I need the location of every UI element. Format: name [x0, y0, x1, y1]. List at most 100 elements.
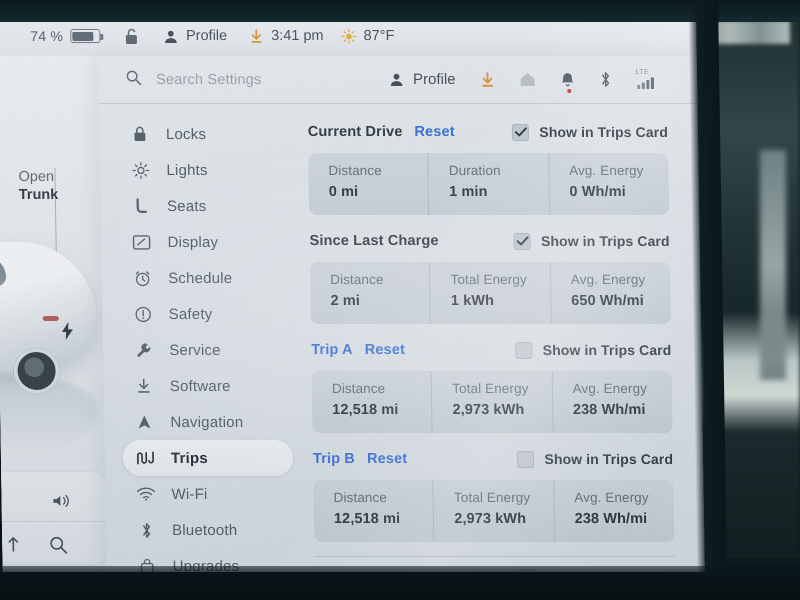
- sidebar-item-bluetooth[interactable]: Bluetooth: [124, 512, 295, 548]
- section-title[interactable]: Trip A: [311, 342, 353, 358]
- bluetooth-icon: [136, 521, 156, 538]
- odometer-value: 12,518 mi: [392, 569, 455, 571]
- stat-cell: Avg. Energy 650 Wh/mi: [551, 262, 671, 324]
- status-temperature[interactable]: 87°F: [341, 27, 395, 44]
- warning-icon: [133, 305, 153, 322]
- stat-key: Total Energy: [452, 380, 529, 396]
- status-profile[interactable]: Profile: [163, 28, 227, 44]
- sidebar-item-seats[interactable]: Seats: [119, 188, 290, 224]
- sidebar-item-software[interactable]: Software: [122, 368, 293, 404]
- stat-value: 238 Wh/mi: [574, 510, 648, 527]
- trunk-target-label: Trunk: [18, 186, 59, 203]
- wrench-icon: [133, 341, 153, 358]
- odometer-row: Odometer : 12,518 mi Show in Trips Card: [314, 555, 676, 572]
- stat-value: 2,973 kWh: [454, 510, 527, 527]
- stat-key: Distance: [330, 271, 384, 287]
- tesla-touchscreen: 74 % Profile 3:41 pm 87°F Open Trunk Sea…: [0, 16, 705, 572]
- stat-key: Total Energy: [453, 489, 531, 505]
- stat-cell: Avg. Energy 238 Wh/mi: [552, 371, 672, 433]
- header-profile-button[interactable]: Profile: [389, 71, 456, 88]
- settings-header-icons: Profile LTE: [389, 68, 656, 93]
- sidebar-item-upgrades[interactable]: Upgrades: [124, 548, 295, 572]
- notification-badge: [566, 88, 571, 93]
- show-in-trips-card-toggle[interactable]: Show in Trips Card: [513, 232, 670, 250]
- trips-content: Current Drive Reset Show in Trips Card D…: [295, 104, 704, 572]
- checkbox[interactable]: [512, 123, 530, 141]
- reset-button[interactable]: Reset: [367, 451, 408, 467]
- stat-value: 650 Wh/mi: [571, 292, 644, 309]
- search-icon[interactable]: [48, 535, 68, 560]
- profile-icon: [390, 73, 403, 87]
- sidebar-item-label: Navigation: [170, 413, 244, 431]
- stat-key: Distance: [328, 162, 382, 178]
- stat-key: Avg. Energy: [570, 271, 646, 287]
- stat-cell: Distance 12,518 mi: [313, 479, 435, 542]
- seat-icon: [131, 197, 151, 214]
- sidebar-item-safety[interactable]: Safety: [120, 296, 291, 332]
- stat-cell: Distance 2 mi: [309, 261, 432, 324]
- checkbox-label: Show in Trips Card: [542, 341, 672, 358]
- settings-body: Locks Lights Seats Display Schedule Safe…: [99, 104, 704, 572]
- checkbox-label: Show in Trips Card: [540, 232, 670, 249]
- reset-button[interactable]: Reset: [365, 342, 406, 358]
- arrow-up-icon[interactable]: [6, 535, 20, 558]
- show-in-trips-card-toggle[interactable]: Show in Trips Card: [512, 123, 668, 141]
- home-icon[interactable]: [518, 72, 535, 87]
- sidebar-item-label: Trips: [170, 449, 208, 467]
- battery-icon: [69, 28, 101, 43]
- checkbox[interactable]: [517, 450, 535, 468]
- stat-key: Total Energy: [450, 271, 527, 287]
- stat-card: Distance 2 mi Total Energy 1 kWh Avg. En…: [309, 261, 671, 324]
- section-trip-b: Trip B Reset Show in Trips Card Distance…: [313, 447, 675, 542]
- section-trip-a: Trip A Reset Show in Trips Card Distance…: [311, 338, 673, 433]
- section-title[interactable]: Trip B: [313, 451, 355, 467]
- bag-icon: [137, 557, 157, 572]
- charging-bolt-icon[interactable]: [61, 321, 74, 345]
- section-header: Current Drive Reset Show in Trips Card: [308, 120, 668, 144]
- reset-button[interactable]: Reset: [414, 124, 455, 140]
- lights-icon: [130, 161, 150, 179]
- car-rear-wheel: [13, 347, 60, 394]
- search-settings-field[interactable]: Search Settings: [99, 68, 367, 90]
- bluetooth-icon[interactable]: [598, 71, 611, 88]
- volume-icon[interactable]: [51, 493, 73, 514]
- sidebar-item-trips[interactable]: Trips: [122, 439, 294, 476]
- show-in-trips-card-toggle[interactable]: Show in Trips Card: [515, 341, 672, 359]
- download-icon[interactable]: [479, 71, 494, 87]
- sidebar-item-navigation[interactable]: Navigation: [122, 404, 293, 440]
- stat-key: Duration: [448, 162, 501, 178]
- stat-key: Avg. Energy: [572, 380, 648, 396]
- checkbox[interactable]: [513, 232, 532, 250]
- unlocked-padlock-icon[interactable]: [124, 27, 139, 44]
- show-in-trips-card-toggle[interactable]: Show in Trips Card: [519, 568, 675, 572]
- battery-indicator[interactable]: 74 %: [30, 28, 101, 44]
- search-icon: [125, 68, 142, 90]
- sidebar-item-lights[interactable]: Lights: [118, 152, 289, 188]
- lte-signal-icon[interactable]: LTE: [635, 68, 655, 89]
- section-current-drive: Current Drive Reset Show in Trips Card D…: [308, 120, 670, 215]
- trips-icon: [135, 450, 155, 466]
- sidebar-item-display[interactable]: Display: [119, 224, 290, 260]
- open-trunk-button[interactable]: Open Trunk: [18, 168, 58, 204]
- sidebar-item-label: Seats: [166, 197, 207, 215]
- sidebar-item-label: Upgrades: [172, 557, 240, 572]
- checkbox[interactable]: [519, 568, 537, 572]
- sidebar-item-wifi[interactable]: Wi-Fi: [123, 476, 294, 512]
- sidebar-item-schedule[interactable]: Schedule: [120, 260, 291, 296]
- bell-icon[interactable]: [559, 71, 574, 93]
- stat-value: 1 min: [449, 183, 488, 200]
- sidebar-item-locks[interactable]: Locks: [118, 116, 289, 152]
- status-temperature-label: 87°F: [363, 27, 395, 44]
- status-time[interactable]: 3:41 pm: [249, 28, 324, 44]
- sidebar-item-label: Service: [169, 341, 221, 359]
- search-input[interactable]: Search Settings: [156, 71, 262, 87]
- sidebar-item-label: Display: [167, 233, 219, 251]
- sun-icon: [341, 28, 357, 44]
- show-in-trips-card-toggle[interactable]: Show in Trips Card: [517, 450, 673, 468]
- settings-header: Search Settings Profile LTE: [98, 55, 698, 104]
- section-since-last-charge: Since Last Charge Show in Trips Card Dis…: [309, 229, 671, 324]
- checkbox[interactable]: [515, 341, 533, 359]
- stat-value: 2 mi: [330, 292, 361, 309]
- sidebar-item-service[interactable]: Service: [121, 332, 292, 368]
- settings-panel: Search Settings Profile LTE Locks Lights…: [98, 55, 705, 572]
